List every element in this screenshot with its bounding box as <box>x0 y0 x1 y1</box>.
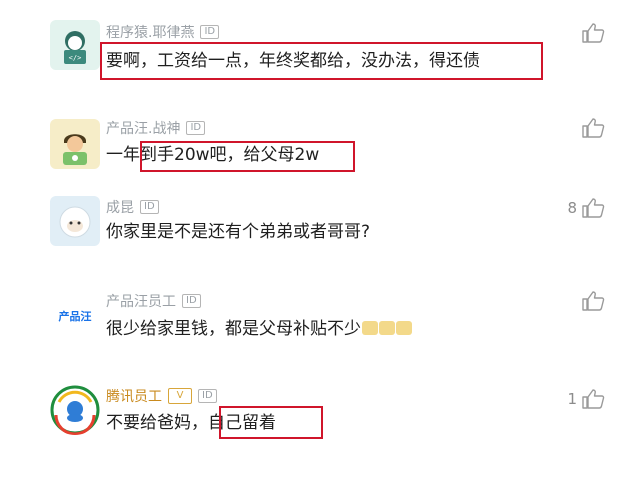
like-button[interactable] <box>577 290 605 312</box>
like-button[interactable]: 1 <box>567 388 605 410</box>
username-row: 腾讯员工 V ID <box>106 386 217 406</box>
tencent-logo-icon <box>50 385 100 435</box>
thumbs-up-icon <box>582 291 605 311</box>
text-prefix: 一年 <box>106 145 140 165</box>
id-badge: ID <box>198 389 217 403</box>
avatar[interactable]: 产品汪 <box>50 291 100 341</box>
id-badge: ID <box>140 200 159 214</box>
like-button[interactable] <box>577 117 605 139</box>
avatar[interactable]: </> <box>50 20 100 70</box>
comment-text: 很少给家里钱，都是父母补贴不少 <box>106 317 412 341</box>
comment-item: 产品汪 产品汪员工 ID 很少给家里钱，都是父母补贴不少 <box>0 275 641 370</box>
username[interactable]: 产品汪员工 <box>106 291 176 311</box>
avatar[interactable] <box>50 119 100 169</box>
username[interactable]: 腾讯员工 <box>106 386 162 406</box>
verified-badge: V <box>168 388 192 404</box>
username-row: 产品汪.战神 ID <box>106 118 206 138</box>
cry-laugh-emoji <box>396 321 412 335</box>
cry-laugh-emoji <box>379 321 395 335</box>
like-count: 8 <box>567 199 577 217</box>
username[interactable]: 成昆 <box>106 197 134 217</box>
like-count: 1 <box>567 390 577 408</box>
comment-item: 成昆 ID 你家里是不是还有个弟弟或者哥哥? 8 <box>0 185 641 275</box>
highlight-box <box>140 141 355 172</box>
thumbs-up-icon <box>582 389 605 409</box>
pm-avatar-icon <box>63 134 87 165</box>
svg-text:</>: </> <box>69 54 82 62</box>
highlight-box <box>100 42 543 80</box>
username[interactable]: 程序猿.耶律燕 <box>106 22 194 42</box>
avatar[interactable] <box>50 196 100 246</box>
thumbs-up-icon <box>582 198 605 218</box>
comment-text-body: 很少给家里钱，都是父母补贴不少 <box>106 319 361 339</box>
comment-item: </> 程序猿.耶律燕 ID 要啊，工资给一点，年终奖都给，没办法，得还债 <box>0 0 641 95</box>
username-row: 成昆 ID <box>106 197 159 217</box>
id-badge: ID <box>200 25 220 39</box>
like-button[interactable] <box>577 22 605 44</box>
id-badge: ID <box>186 121 206 135</box>
thumbs-up-icon <box>582 23 605 43</box>
like-button[interactable]: 8 <box>567 197 605 219</box>
sheep-avatar-icon <box>59 206 91 238</box>
avatar-logo-text: 产品汪 <box>58 310 92 323</box>
highlight-box <box>219 406 323 439</box>
username[interactable]: 产品汪.战神 <box>106 118 180 138</box>
username-row: 产品汪员工 ID <box>106 291 201 311</box>
username-row: 程序猿.耶律燕 ID <box>106 22 220 42</box>
comment-text: 你家里是不是还有个弟弟或者哥哥? <box>106 222 371 242</box>
comment-item: 产品汪.战神 ID 一年到手20w吧，给父母2w <box>0 95 641 185</box>
text-prefix: 不要给爸妈， <box>106 413 208 433</box>
programmer-avatar-icon: </> <box>64 31 86 64</box>
thumbs-up-icon <box>582 118 605 138</box>
comment-item: 腾讯员工 V ID 不要给爸妈，自己留着 1 <box>0 370 641 477</box>
cry-laugh-emoji <box>362 321 378 335</box>
avatar[interactable] <box>50 385 100 435</box>
id-badge: ID <box>182 294 201 308</box>
